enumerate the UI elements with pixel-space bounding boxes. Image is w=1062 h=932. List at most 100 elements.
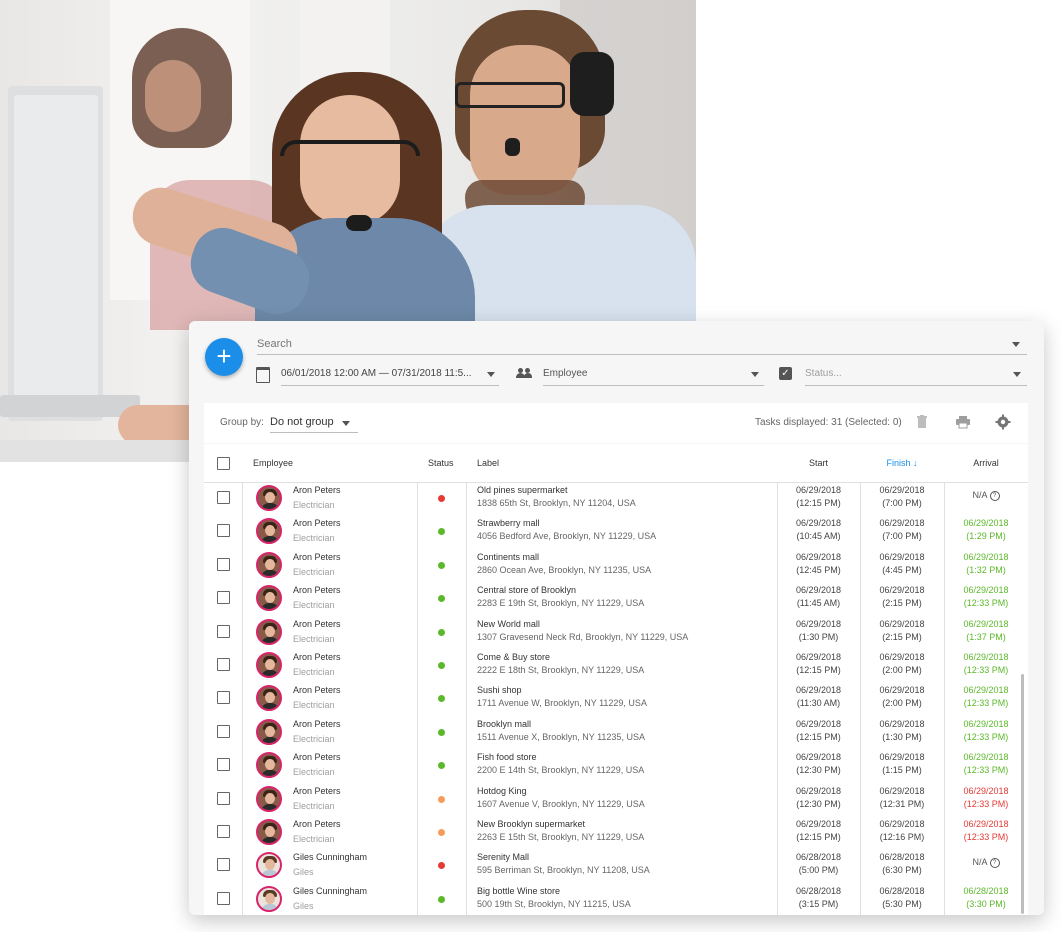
avatar [256, 652, 282, 678]
group-by-select[interactable]: Do not group [270, 414, 358, 433]
employee-role: Electrician [293, 733, 335, 744]
arrival-time: (12:33 PM) [963, 598, 1009, 609]
start-date: 06/29/2018 [795, 819, 842, 829]
start-date: 06/28/2018 [795, 885, 842, 896]
table-row[interactable]: Aron Peters Electrician Strawberry mall … [204, 515, 1028, 548]
arrival-date: 06/29/2018 [963, 752, 1009, 763]
task-app-window: + Search 06/01/2018 12:00 AM — 07/31/201… [189, 321, 1044, 915]
print-icon[interactable] [955, 414, 971, 430]
row-checkbox[interactable] [217, 825, 230, 838]
row-checkbox[interactable] [217, 858, 230, 872]
chevron-down-icon[interactable] [751, 372, 759, 377]
finish-time: (12:16 PM) [879, 832, 925, 842]
finish-time: (1:30 PM) [882, 731, 922, 742]
employee-name: Aron Peters [293, 652, 341, 662]
finish-date: 06/29/2018 [879, 652, 925, 662]
employee-filter[interactable]: Employee [543, 363, 764, 386]
row-checkbox[interactable] [217, 658, 230, 671]
arrival-time: (1:32 PM) [966, 564, 1006, 575]
tasks-displayed: Tasks displayed: 31 (Selected: 0) [755, 417, 902, 428]
row-checkbox[interactable] [217, 758, 230, 772]
arrival-date: 06/29/2018 [963, 718, 1009, 729]
table-row[interactable]: Aron Peters Electrician Continents mall … [204, 549, 1028, 582]
row-checkbox[interactable] [217, 557, 230, 571]
finish-date: 06/29/2018 [879, 518, 925, 529]
start-cell: 06/29/2018 (12:15 PM) [777, 718, 860, 744]
gear-icon[interactable] [995, 414, 1011, 430]
status-dot [438, 695, 445, 703]
table-row[interactable]: Giles Cunningham Giles Big bottle Wine s… [204, 883, 1028, 915]
employee-role: Electrician [293, 834, 335, 844]
finish-cell: 06/29/2018 (2:15 PM) [860, 618, 944, 644]
table-row[interactable]: Aron Peters Electrician New World mall 1… [204, 616, 1028, 649]
row-checkbox[interactable] [217, 491, 230, 504]
search-input[interactable]: Search [257, 338, 292, 350]
table-scrollbar[interactable] [1021, 674, 1024, 914]
chevron-down-icon[interactable] [487, 372, 495, 377]
avatar [256, 618, 282, 645]
column-label[interactable]: Label [477, 444, 499, 482]
row-checkbox[interactable] [217, 524, 230, 538]
task-label: Big bottle Wine store [477, 885, 561, 896]
table-row[interactable]: Aron Peters Electrician New Brooklyn sup… [204, 816, 1028, 849]
date-range-field[interactable]: 06/01/2018 12:00 AM — 07/31/2018 11:5... [281, 363, 499, 386]
status-dot [438, 495, 445, 502]
row-checkbox[interactable] [217, 691, 230, 705]
row-checkbox[interactable] [217, 591, 230, 605]
arrival-time: (12:33 PM) [963, 765, 1009, 776]
employee-name: Aron Peters [293, 785, 341, 796]
status-filter[interactable]: Status... [805, 363, 1027, 386]
column-finish[interactable]: Finish ↓ [860, 444, 944, 482]
task-address: 1511 Avenue X, Brooklyn, NY 11235, USA [477, 731, 645, 742]
start-time: (12:30 PM) [796, 765, 841, 776]
row-checkbox[interactable] [217, 791, 230, 805]
start-date: 06/29/2018 [795, 485, 842, 495]
table-row[interactable]: Aron Peters Electrician Central store of… [204, 582, 1028, 615]
start-date: 06/29/2018 [795, 785, 842, 796]
search-field[interactable]: Search [257, 334, 1027, 355]
chevron-down-icon[interactable] [1013, 372, 1021, 377]
table-row[interactable]: Aron Peters Electrician Brooklyn mall 15… [204, 716, 1028, 749]
finish-date: 06/29/2018 [879, 785, 925, 796]
arrival-time: (12:33 PM) [963, 665, 1009, 675]
chevron-down-icon[interactable] [342, 421, 350, 426]
status-dot [438, 762, 445, 770]
avatar [256, 785, 282, 812]
column-employee[interactable]: Employee [253, 444, 293, 482]
row-checkbox[interactable] [217, 891, 230, 905]
employee-name: Aron Peters [293, 685, 341, 696]
employee-name: Aron Peters [293, 585, 341, 596]
task-address: 1607 Avenue V, Brooklyn, NY 11229, USA [477, 798, 645, 809]
arrival-date: 06/28/2018 [963, 885, 1009, 896]
trash-icon[interactable] [914, 414, 930, 430]
select-all-checkbox[interactable] [217, 457, 230, 470]
table-row[interactable]: Aron Peters Electrician Hotdog King 1607… [204, 783, 1028, 816]
table-row[interactable]: Aron Peters Electrician Come & Buy store… [204, 649, 1028, 682]
avatar [256, 819, 282, 845]
start-time: (11:30 AM) [796, 698, 841, 709]
help-icon[interactable]: ? [989, 858, 1000, 869]
finish-cell: 06/29/2018 (2:00 PM) [860, 651, 944, 677]
row-checkbox[interactable] [217, 724, 230, 738]
task-label: Come & Buy store [477, 652, 551, 662]
arrival-cell: 06/29/2018 (12:33 PM) [944, 684, 1028, 710]
column-start[interactable]: Start [777, 444, 860, 482]
row-checkbox[interactable] [217, 624, 230, 638]
start-cell: 06/28/2018 (3:15 PM) [777, 885, 860, 911]
finish-date: 06/29/2018 [879, 618, 925, 629]
search-dropdown-icon[interactable] [1012, 342, 1020, 347]
checkbox-icon[interactable]: ✓ [779, 367, 792, 380]
finish-time: (5:30 PM) [882, 898, 922, 909]
avatar [256, 752, 282, 779]
column-arrival[interactable]: Arrival [944, 444, 1028, 482]
task-label: Brooklyn mall [477, 718, 532, 729]
finish-cell: 06/29/2018 (12:31 PM) [860, 785, 944, 811]
table-row[interactable]: Aron Peters Electrician Old pines superm… [204, 482, 1028, 515]
table-row[interactable]: Aron Peters Electrician Fish food store … [204, 749, 1028, 782]
column-status[interactable]: Status [428, 444, 454, 482]
arrival-time: (12:33 PM) [963, 798, 1009, 809]
table-row[interactable]: Aron Peters Electrician Sushi shop 1711 … [204, 682, 1028, 715]
status-dot [438, 662, 445, 669]
help-icon[interactable]: ? [989, 490, 1000, 501]
table-row[interactable]: Giles Cunningham Giles Serenity Mall 595… [204, 849, 1028, 882]
